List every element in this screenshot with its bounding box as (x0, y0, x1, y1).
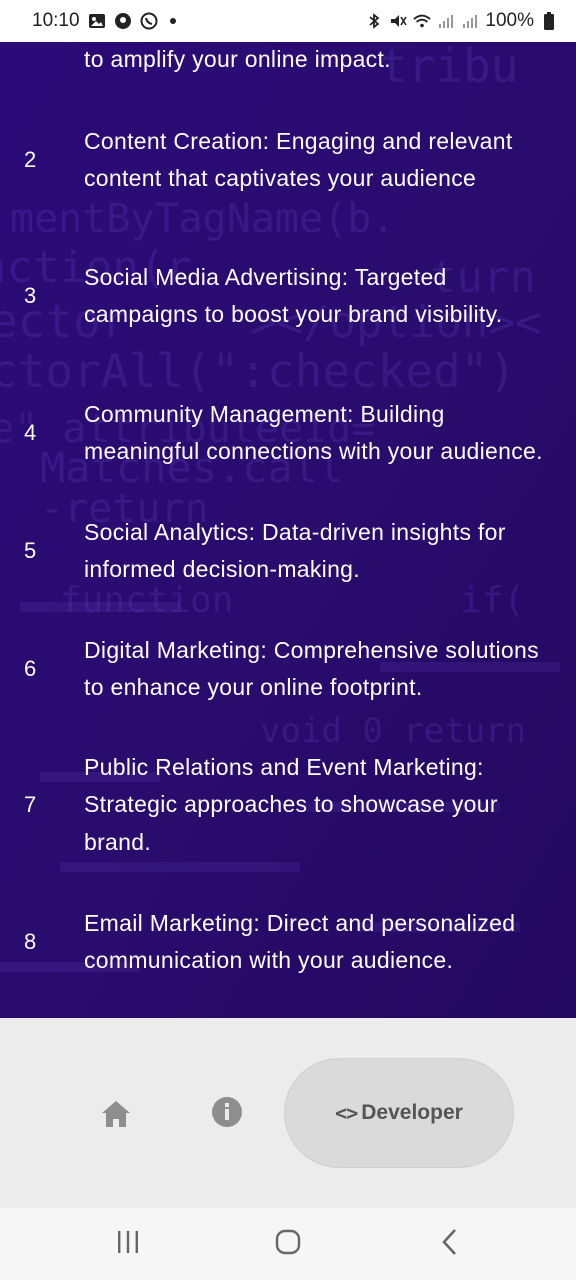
back-icon (440, 1228, 460, 1261)
notification-dot-icon (169, 18, 176, 24)
nav-home-button[interactable] (96, 1096, 136, 1136)
developer-label: Developer (361, 1101, 463, 1124)
list-item: to amplify your online impact. (0, 42, 576, 78)
system-home-button[interactable] (270, 1228, 306, 1260)
bottom-navigation-bar: <> Developer (0, 1018, 576, 1208)
item-text: Email Marketing: Direct and personalized… (84, 909, 516, 974)
code-icon: <> (335, 1101, 358, 1125)
item-text: Social Analytics: Data-driven insights f… (84, 518, 506, 583)
item-number: 4 (24, 420, 37, 445)
item-text: Digital Marketing: Comprehensive solutio… (84, 636, 539, 701)
list-item: 3 Social Media Advertising: Targeted cam… (0, 238, 576, 354)
item-number: 7 (24, 792, 37, 817)
item-number: 3 (24, 283, 37, 308)
item-number: 2 (24, 147, 37, 172)
signal-icon (437, 12, 455, 30)
item-text: Community Management: Building meaningfu… (84, 400, 543, 465)
location-pin-icon (114, 12, 132, 30)
image-icon (88, 12, 106, 30)
home-circle-icon (275, 1229, 301, 1260)
home-icon (100, 1099, 132, 1134)
item-text: Content Creation: Engaging and relevant … (84, 127, 513, 192)
mute-icon (389, 12, 408, 30)
item-text: Social Media Advertising: Targeted campa… (84, 263, 503, 328)
status-bar: 10:10 100% (0, 0, 576, 42)
battery-icon (540, 12, 558, 30)
item-number: 6 (24, 656, 37, 681)
list-item: 2 Content Creation: Engaging and relevan… (0, 102, 576, 218)
status-right: 100% (365, 10, 558, 32)
item-number: 8 (24, 929, 37, 954)
item-text: Public Relations and Event Marketing: St… (84, 753, 498, 855)
list-item: 7 Public Relations and Event Marketing: … (0, 747, 576, 863)
status-left: 10:10 (32, 10, 176, 32)
battery-percent: 100% (485, 10, 534, 31)
signal-icon (461, 12, 479, 30)
list-item: 6 Digital Marketing: Comprehensive solut… (0, 611, 576, 727)
system-navigation-bar (0, 1208, 576, 1280)
info-icon (211, 1096, 243, 1133)
recents-icon (115, 1230, 141, 1259)
item-number: 5 (24, 538, 37, 563)
list-item: 5 Social Analytics: Data-driven insights… (0, 512, 576, 590)
bluetooth-icon (365, 12, 383, 30)
recents-button[interactable] (110, 1228, 146, 1260)
whatsapp-icon (140, 12, 158, 30)
item-text: to amplify your online impact. (84, 46, 391, 73)
back-button[interactable] (432, 1228, 468, 1260)
services-list-section: tribu mentByTagName(b. nction(r turn ect… (0, 42, 576, 1018)
wifi-icon (413, 12, 432, 30)
clock: 10:10 (32, 10, 80, 31)
nav-developer-button[interactable]: <> Developer (284, 1058, 514, 1168)
list-item: 8 Email Marketing: Direct and personaliz… (0, 884, 576, 1000)
nav-info-button[interactable] (207, 1094, 247, 1134)
list-item: 4 Community Management: Building meaning… (0, 375, 576, 491)
